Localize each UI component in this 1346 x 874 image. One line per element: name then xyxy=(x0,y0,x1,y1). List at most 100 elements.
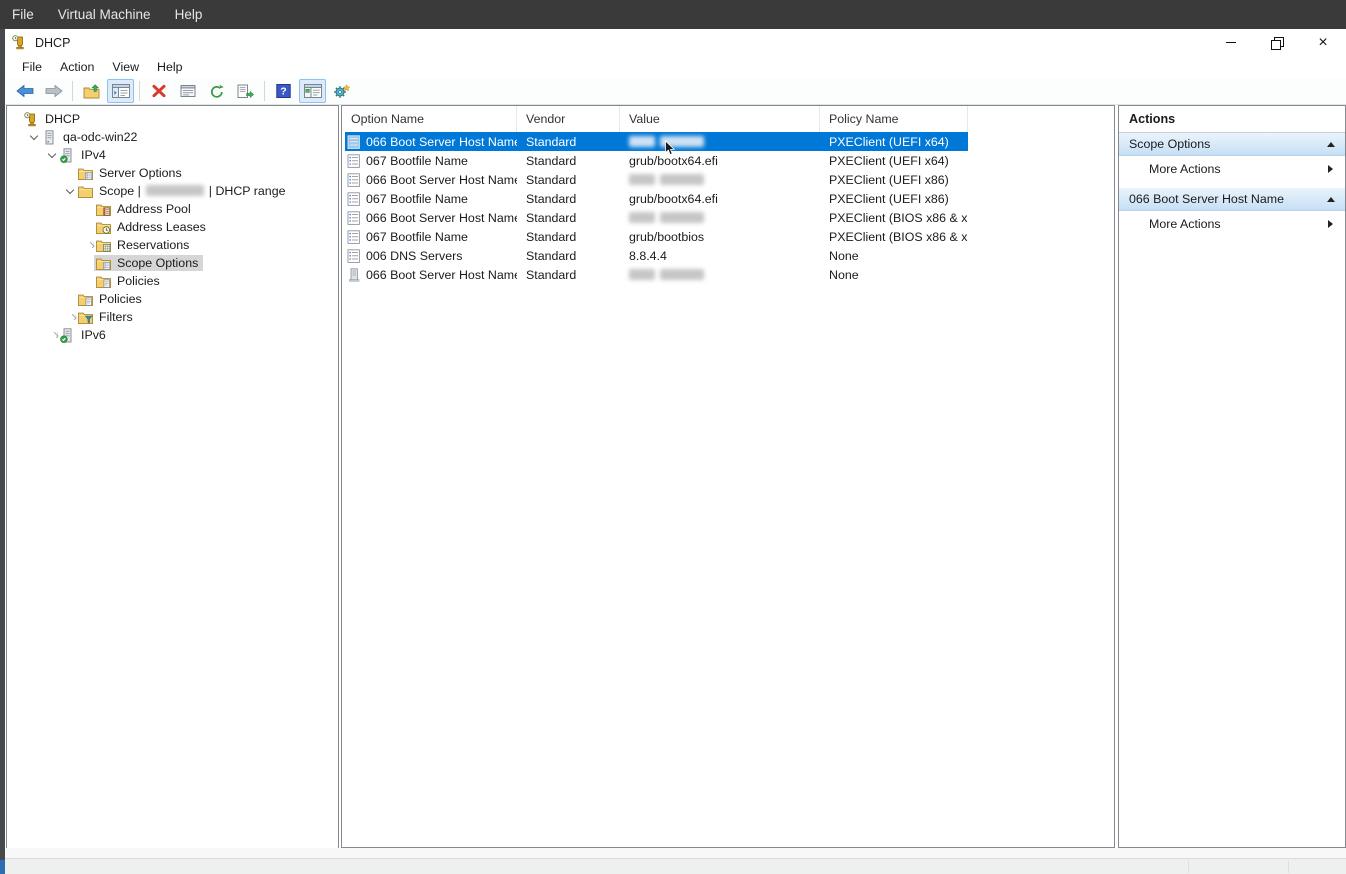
tree-item-address-leases[interactable]: Address Leases xyxy=(7,218,338,236)
tree-item-body: Address Pool xyxy=(94,201,196,217)
action-item-more-actions[interactable]: More Actions xyxy=(1119,156,1345,181)
tree-item-policies[interactable]: Policies xyxy=(7,272,338,290)
server-option-icon xyxy=(347,268,361,282)
forward-icon xyxy=(45,84,63,98)
action-item-label: More Actions xyxy=(1149,162,1328,176)
export-list-button[interactable] xyxy=(232,79,259,103)
up-one-level-button[interactable] xyxy=(78,79,105,103)
expander-collapsed-icon[interactable] xyxy=(81,242,94,248)
restore-button[interactable] xyxy=(1254,29,1300,56)
toolbar-separator xyxy=(139,81,140,101)
tree-item-body: IPv6 xyxy=(58,327,111,343)
cell-policy-name: PXEClient (UEFI x64) xyxy=(820,132,968,151)
toolbar: ? xyxy=(5,78,1346,105)
tree-item-label: IPv6 xyxy=(79,327,108,343)
list-row[interactable]: 066 Boot Server Host NameStandardNone xyxy=(345,265,968,284)
tree-item-ipv6[interactable]: IPv6 xyxy=(7,326,338,344)
vm-menu-file[interactable]: File xyxy=(0,0,46,29)
tree-item-body: Scope Options xyxy=(94,255,203,271)
tree-item-reservations[interactable]: Reservations xyxy=(7,236,338,254)
expander-expanded-icon[interactable] xyxy=(63,189,76,193)
tree-item-address-pool[interactable]: Address Pool xyxy=(7,200,338,218)
collapse-arrow-icon[interactable] xyxy=(1327,142,1335,147)
cell-value: grub/bootx64.efi xyxy=(620,151,820,170)
list-row[interactable]: 006 DNS ServersStandard8.8.4.4None xyxy=(345,246,968,265)
back-button[interactable] xyxy=(11,79,38,103)
policy-name-text: PXEClient (UEFI x64) xyxy=(829,135,949,149)
column-header-label: Vendor xyxy=(526,112,565,126)
column-header-policy-name[interactable]: Policy Name xyxy=(820,106,968,132)
list-row[interactable]: 067 Bootfile NameStandardgrub/bootx64.ef… xyxy=(345,189,968,208)
vendor-text: Standard xyxy=(526,154,576,168)
action-item-more-actions[interactable]: More Actions xyxy=(1119,211,1345,236)
refresh-button[interactable] xyxy=(203,79,230,103)
value-text: 8.8.4.4 xyxy=(629,249,667,263)
properties-button[interactable] xyxy=(174,79,201,103)
show-console-tree-button[interactable] xyxy=(107,79,134,103)
tree-item-scope-options[interactable]: Scope Options xyxy=(7,254,338,272)
cell-option-name: 066 Boot Server Host Name xyxy=(345,132,517,151)
menu-file[interactable]: File xyxy=(13,58,51,76)
toolbar-separator xyxy=(72,81,73,101)
column-header-vendor[interactable]: Vendor xyxy=(517,106,620,132)
column-header-value[interactable]: Value xyxy=(620,106,820,132)
minimize-button[interactable] xyxy=(1208,29,1254,56)
folder-policies-icon xyxy=(77,292,94,307)
tree-item-server-options[interactable]: Server Options xyxy=(7,164,338,182)
menu-action[interactable]: Action xyxy=(51,58,103,76)
tree-item-body: Address Leases xyxy=(94,219,211,235)
cell-vendor: Standard xyxy=(517,189,620,208)
option-item-icon xyxy=(347,154,361,168)
cell-policy-name: PXEClient (UEFI x86) xyxy=(820,170,968,189)
folder-policies-icon xyxy=(95,274,112,289)
list-header: Option Name Vendor ValuePolicy Name xyxy=(342,106,1114,132)
properties-icon xyxy=(180,84,196,98)
menu-help[interactable]: Help xyxy=(148,58,191,76)
list-row[interactable]: 066 Boot Server Host NameStandardPXEClie… xyxy=(345,208,968,227)
action-section-066-boot-server-host-name[interactable]: 066 Boot Server Host Name xyxy=(1119,188,1345,211)
action-item-label: More Actions xyxy=(1149,217,1328,231)
help-button[interactable]: ? xyxy=(270,79,297,103)
delete-icon xyxy=(151,84,167,98)
list-row[interactable]: 066 Boot Server Host NameStandardPXEClie… xyxy=(345,132,968,151)
tree-item-scope[interactable]: Scope || DHCP range xyxy=(7,182,338,200)
expander-expanded-icon[interactable] xyxy=(27,135,40,139)
dhcp-console-icon xyxy=(11,35,28,51)
delete-button[interactable] xyxy=(145,79,172,103)
tree-item-ipv4[interactable]: IPv4 xyxy=(7,146,338,164)
cell-vendor: Standard xyxy=(517,208,620,227)
folder-options-icon xyxy=(77,166,94,181)
folder-reservations-icon xyxy=(95,238,112,253)
action-section-title: 066 Boot Server Host Name xyxy=(1129,192,1327,206)
tree-item-dhcp[interactable]: DHCP xyxy=(7,110,338,128)
tree-item-policies[interactable]: Policies xyxy=(7,290,338,308)
list-row[interactable]: 066 Boot Server Host NameStandardPXEClie… xyxy=(345,170,968,189)
action-section-scope-options[interactable]: Scope Options xyxy=(1119,133,1345,156)
expander-expanded-icon[interactable] xyxy=(45,153,58,157)
tree-item-body: Filters xyxy=(76,309,138,325)
forward-button[interactable] xyxy=(40,79,67,103)
expander-collapsed-icon[interactable] xyxy=(63,314,76,320)
close-icon: × xyxy=(1318,35,1327,51)
tree-item-filters[interactable]: Filters xyxy=(7,308,338,326)
show-action-pane-button[interactable] xyxy=(299,79,326,103)
vm-menu-help[interactable]: Help xyxy=(163,0,215,29)
list-row[interactable]: 067 Bootfile NameStandardgrub/bootbiosPX… xyxy=(345,227,968,246)
results-pane: Option Name Vendor ValuePolicy Name 066 Bo… xyxy=(341,105,1115,848)
submenu-arrow-icon xyxy=(1328,165,1333,173)
actions-pane: Actions Scope OptionsMore Actions066 Boo… xyxy=(1118,105,1346,848)
expander-collapsed-icon[interactable] xyxy=(45,332,58,338)
redacted-value xyxy=(629,212,655,223)
console-gears-button[interactable] xyxy=(328,79,355,103)
menu-view[interactable]: View xyxy=(103,58,148,76)
collapse-arrow-icon[interactable] xyxy=(1327,197,1335,202)
column-header-option-name[interactable]: Option Name xyxy=(342,106,517,132)
policy-name-text: None xyxy=(829,268,859,282)
tree-item-label: Policies xyxy=(115,273,162,289)
vendor-text: Standard xyxy=(526,192,576,206)
tree-item-label: Address Pool xyxy=(115,201,193,217)
tree-item-qa-odc-win22[interactable]: qa-odc-win22 xyxy=(7,128,338,146)
close-button[interactable]: × xyxy=(1300,29,1346,56)
vm-menu-virtual-machine[interactable]: Virtual Machine xyxy=(46,0,163,29)
list-row[interactable]: 067 Bootfile NameStandardgrub/bootx64.ef… xyxy=(345,151,968,170)
